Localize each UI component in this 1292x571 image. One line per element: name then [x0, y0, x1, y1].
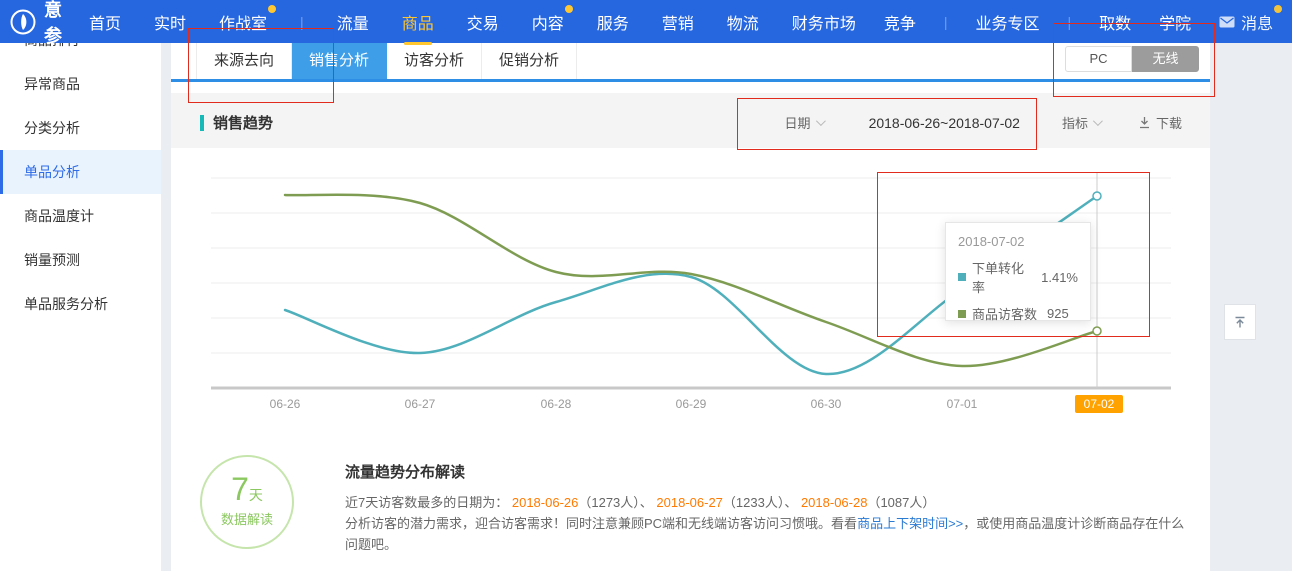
- nav-divider: |: [300, 14, 304, 30]
- shelf-time-link[interactable]: 商品上下架时间>>: [857, 516, 963, 531]
- nav-item-service[interactable]: 服务: [597, 10, 629, 34]
- sidebar-item-single-product-service[interactable]: 单品服务分析: [0, 282, 161, 326]
- nav-item-business-zone[interactable]: 业务专区: [975, 10, 1039, 34]
- section-header: 销售趋势 日期 2018-06-26~2018-07-02 指标 下载: [171, 93, 1210, 148]
- active-nav-underline: [404, 42, 432, 45]
- tooltip-series-label: 下单转化率: [972, 258, 1031, 296]
- nav-item-marketing[interactable]: 营销: [662, 10, 694, 34]
- summary-title: 流量趋势分布解读: [345, 461, 1195, 482]
- download-button[interactable]: 下载: [1138, 113, 1182, 132]
- series-color-swatch: [958, 310, 966, 318]
- nav-divider: |: [1068, 14, 1072, 30]
- toggle-wireless-button[interactable]: 无线: [1132, 46, 1199, 72]
- x-axis-label: 07-01: [938, 397, 986, 411]
- nav-item-home[interactable]: 首页: [89, 10, 121, 34]
- device-toggle: PC 无线: [1065, 46, 1199, 72]
- main-content: 来源去向 销售分析 访客分析 促销分析 PC 无线 销售趋势 日期 2018-0…: [171, 43, 1210, 571]
- nav-item-competition[interactable]: 竞争: [884, 10, 916, 34]
- seven-day-badge: 7天 数据解读: [200, 455, 294, 549]
- arrow-up-to-bar-icon: [1232, 314, 1248, 330]
- nav-item-academy[interactable]: 学院: [1159, 10, 1191, 34]
- chevron-down-icon: [1093, 116, 1103, 126]
- nav-item-market[interactable]: 市场: [824, 10, 856, 34]
- x-axis-label: 06-27: [396, 397, 444, 411]
- series-color-swatch: [958, 273, 966, 281]
- nav-right-group: 市场 竞争 | 业务专区 | 取数 学院 消息: [824, 10, 1292, 34]
- tooltip-row: 下单转化率 1.41%: [958, 258, 1078, 296]
- envelope-icon: [1219, 16, 1235, 28]
- nav-item-content[interactable]: 内容: [532, 10, 564, 34]
- nav-item-logistics[interactable]: 物流: [727, 10, 759, 34]
- nav-item-realtime[interactable]: 实时: [154, 10, 186, 34]
- chevron-down-icon: [816, 116, 826, 126]
- section-title: 销售趋势: [213, 112, 273, 133]
- tooltip-series-label: 商品访客数: [972, 304, 1037, 323]
- nav-divider: |: [944, 14, 948, 30]
- nav-item-warroom[interactable]: 作战室: [219, 10, 267, 34]
- sycm-logo-icon: [10, 9, 36, 35]
- x-axis: 06-26 06-27 06-28 06-29 06-30 07-01 07-0…: [171, 395, 1210, 417]
- x-axis-label: 06-26: [261, 397, 309, 411]
- nav-item-data-fetch[interactable]: 取数: [1099, 10, 1131, 34]
- nav-item-trade[interactable]: 交易: [467, 10, 499, 34]
- date-range-value[interactable]: 2018-06-26~2018-07-02: [869, 115, 1020, 131]
- x-axis-label: 06-29: [667, 397, 715, 411]
- tab-source-destination[interactable]: 来源去向: [197, 43, 292, 79]
- x-axis-label: 06-28: [532, 397, 580, 411]
- nav-left-group: 首页 实时 作战室 | 流量 商品 交易 内容 服务 营销 物流 财务: [89, 10, 824, 34]
- date-dropdown[interactable]: 日期: [785, 113, 823, 132]
- section-title-block: 销售趋势: [200, 112, 273, 133]
- tooltip-series-value: 925: [1047, 306, 1069, 321]
- chart-controls: 日期 2018-06-26~2018-07-02 指标 下载: [785, 113, 1182, 132]
- date-link[interactable]: 2018-06-27: [656, 495, 723, 510]
- top-nav: 生意参谋 首页 实时 作战室 | 流量 商品 交易 内容 服务 营销 物流 财务…: [0, 0, 1292, 43]
- tab-sales-analysis[interactable]: 销售分析: [292, 43, 387, 79]
- x-axis-label: 06-30: [802, 397, 850, 411]
- tab-visitor-analysis[interactable]: 访客分析: [387, 43, 482, 79]
- nav-item-messages[interactable]: 消息: [1219, 10, 1273, 34]
- nav-item-products[interactable]: 商品: [402, 10, 434, 34]
- notification-dot: [1274, 5, 1282, 13]
- sidebar-item-single-product-analysis[interactable]: 单品分析: [0, 150, 161, 194]
- notification-dot: [268, 5, 276, 13]
- brand[interactable]: 生意参谋: [10, 0, 63, 74]
- tab-bar: 来源去向 销售分析 访客分析 促销分析 PC 无线: [171, 43, 1210, 82]
- toggle-pc-button[interactable]: PC: [1065, 46, 1132, 72]
- date-link[interactable]: 2018-06-28: [801, 495, 868, 510]
- tooltip-row: 商品访客数 925: [958, 304, 1078, 323]
- sidebar: 商品排行 异常商品 分类分析 单品分析 商品温度计 销量预测 单品服务分析: [0, 43, 161, 571]
- app-title: 生意参谋: [44, 0, 63, 74]
- chart-tooltip: 2018-07-02 下单转化率 1.41% 商品访客数 925: [945, 222, 1091, 321]
- tooltip-series-value: 1.41%: [1041, 270, 1078, 285]
- x-axis-label-highlighted: 07-02: [1075, 395, 1123, 413]
- back-to-top-button[interactable]: [1224, 304, 1256, 340]
- metric-dropdown[interactable]: 指标: [1062, 113, 1100, 132]
- summary-line2: 分析访客的潜力需求，迎合访客需求！同时注意兼顾PC端和无线端访客访问习惯哦。看看…: [345, 513, 1195, 555]
- sidebar-item-category-analysis[interactable]: 分类分析: [0, 106, 161, 150]
- sidebar-item-product-thermometer[interactable]: 商品温度计: [0, 194, 161, 238]
- summary-line1: 近7天访客数最多的日期为： 2018-06-26（1273人）、 2018-06…: [345, 492, 1195, 513]
- section-marker: [200, 115, 204, 131]
- download-icon: [1138, 116, 1151, 129]
- tooltip-date: 2018-07-02: [958, 234, 1078, 249]
- date-link[interactable]: 2018-06-26: [512, 495, 579, 510]
- notification-dot: [565, 5, 573, 13]
- nav-item-traffic[interactable]: 流量: [337, 10, 369, 34]
- tab-promotion-analysis[interactable]: 促销分析: [482, 43, 577, 79]
- sidebar-item-sales-forecast[interactable]: 销量预测: [0, 238, 161, 282]
- nav-item-finance[interactable]: 财务: [792, 10, 824, 34]
